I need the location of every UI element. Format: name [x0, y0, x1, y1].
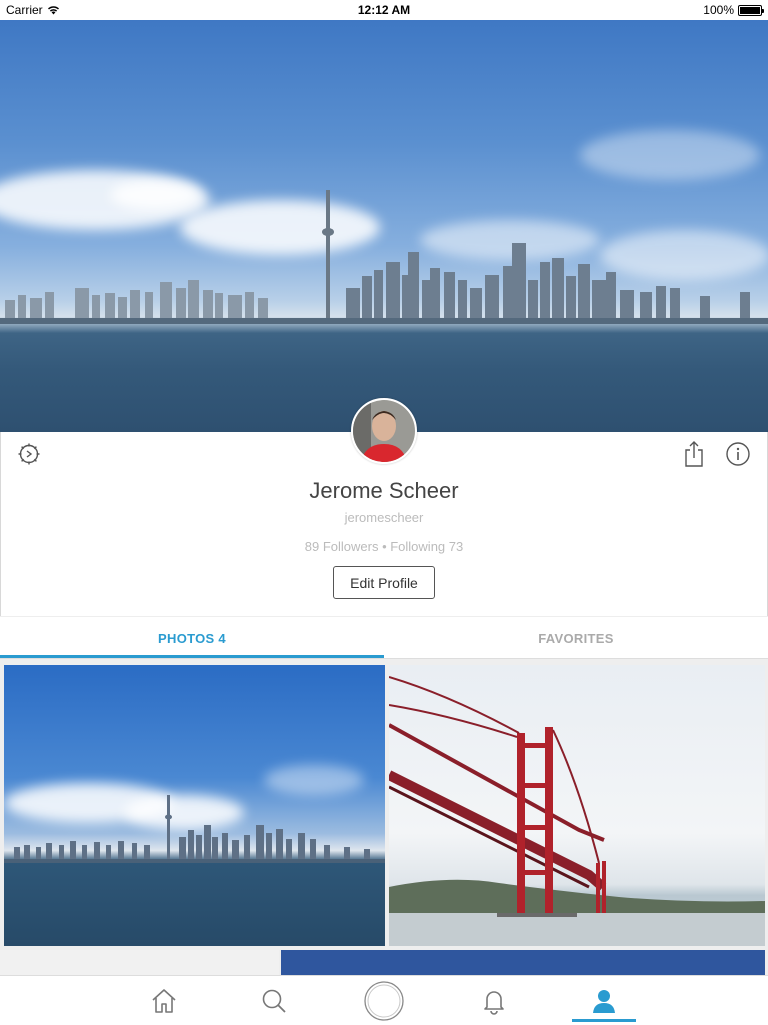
- tab-favorites[interactable]: FAVORITES: [384, 617, 768, 659]
- edit-profile-button[interactable]: Edit Profile: [333, 566, 435, 599]
- profile-name: Jerome Scheer: [309, 478, 459, 503]
- tab-camera[interactable]: [362, 976, 406, 1025]
- battery-fill: [740, 6, 760, 14]
- avatar-image: [353, 400, 415, 462]
- tab-search[interactable]: [256, 976, 292, 1025]
- photo-partial[interactable]: [0, 950, 279, 975]
- city-skyline: [4, 795, 385, 863]
- battery-percent: 100%: [703, 3, 734, 17]
- follow-counts[interactable]: 89 Followers • Following 73: [0, 539, 768, 554]
- search-icon: [262, 989, 286, 1013]
- status-time: 12:12 AM: [357, 3, 411, 17]
- share-button[interactable]: [682, 440, 706, 468]
- carrier-indicator: Carrier: [6, 3, 60, 17]
- tab-photos[interactable]: PHOTOS 4: [0, 617, 384, 659]
- notifications-icon: [484, 990, 504, 1015]
- city-skyline: [0, 190, 768, 324]
- info-icon: [726, 442, 750, 466]
- photo-bridge[interactable]: [389, 665, 765, 946]
- profile-username: jeromescheer: [344, 510, 424, 525]
- profile-icon: [593, 989, 615, 1013]
- active-tab-indicator: [572, 1019, 636, 1022]
- settings-gear-icon: [18, 443, 40, 465]
- profile-tabs: PHOTOS 4 FAVORITES: [0, 616, 768, 659]
- photo-partial[interactable]: [281, 950, 765, 975]
- wifi-icon: [47, 6, 59, 15]
- carrier-label: Carrier: [6, 3, 43, 17]
- info-button[interactable]: [725, 441, 751, 467]
- home-icon: [152, 988, 176, 1013]
- active-tab-indicator: [0, 655, 384, 658]
- photo-grid: [0, 659, 768, 975]
- battery-icon: [738, 4, 764, 16]
- settings-button[interactable]: [16, 441, 42, 467]
- battery-indicator: 100%: [703, 3, 764, 17]
- tab-profile[interactable]: [572, 976, 636, 1025]
- photo-city-skyline[interactable]: [4, 665, 385, 946]
- status-bar: Carrier 12:12 AM 100%: [0, 0, 768, 20]
- camera-icon: [364, 980, 404, 1021]
- bottom-tab-bar: [0, 975, 768, 1024]
- cloud: [580, 130, 760, 180]
- suspension-bridge: [389, 676, 765, 946]
- share-icon: [685, 441, 703, 467]
- tab-notifications[interactable]: [476, 976, 512, 1025]
- tab-home[interactable]: [146, 976, 182, 1025]
- cover-photo: [0, 20, 768, 432]
- avatar[interactable]: [351, 398, 417, 464]
